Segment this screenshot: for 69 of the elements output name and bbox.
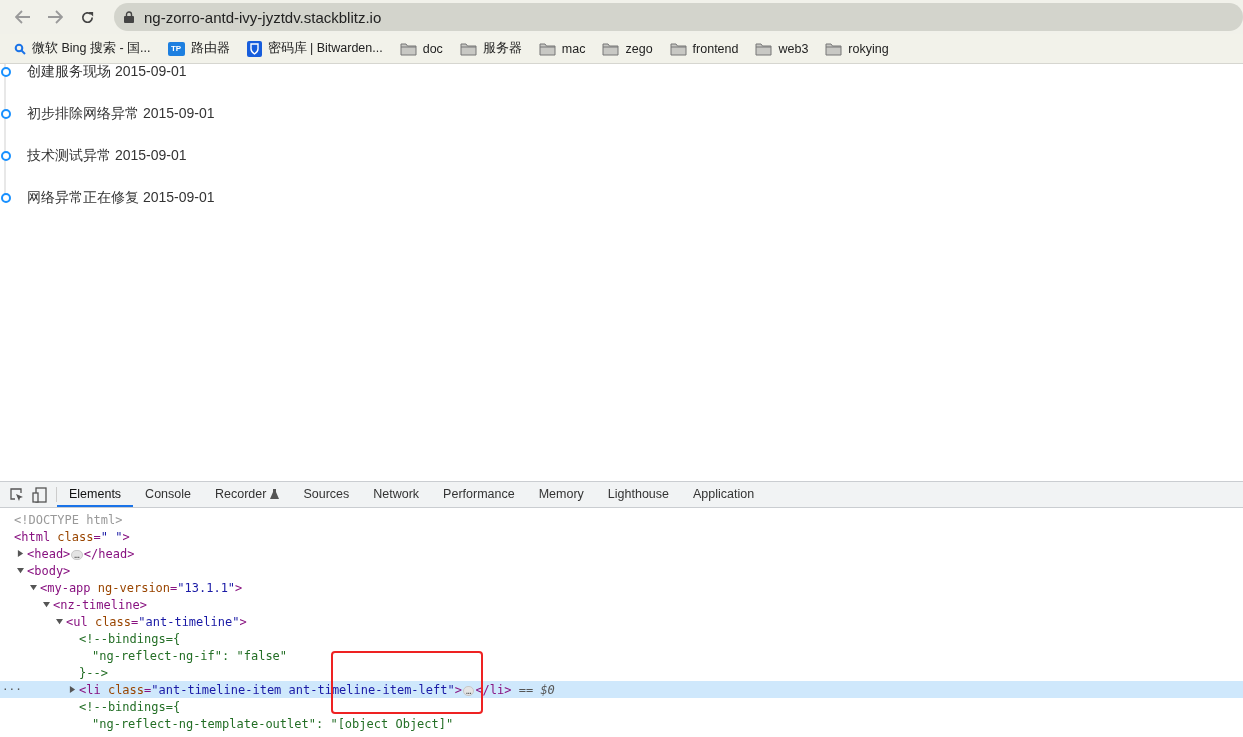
dom-node-row[interactable]: <head> … </head> [0,545,1243,562]
collapsed-ellipsis[interactable]: … [462,685,475,696]
timeline-item-text: 初步排除网络异常 2015-09-01 [27,105,215,123]
dom-node-row[interactable]: <html class=" "> [0,528,1243,545]
bookmark-link[interactable]: rokying [848,41,889,56]
collapsed-arrow-icon[interactable] [17,550,24,557]
bookmark-link[interactable]: doc [422,41,443,56]
shield-icon [246,40,262,57]
bookmark-link[interactable]: 路由器 [190,40,230,57]
dom-node-text: <head> … </head> [27,546,135,561]
timeline-item-text: 创建服务现场 2015-09-01 [27,63,187,81]
collapsed-arrow-icon[interactable] [69,686,76,693]
dom-node-text: <nz-timeline> [53,597,147,612]
dom-node-text: <!DOCTYPE html> [14,512,123,527]
bookmark-link[interactable]: mac [561,41,586,56]
folder-icon [459,41,477,56]
devtools-tab[interactable]: Network [361,482,432,507]
device-toolbar-icon[interactable] [32,486,47,503]
dom-node-row[interactable]: <ul class="ant-timeline"> [0,613,1243,630]
bookmark-link[interactable]: 服务器 [482,40,522,57]
devtools-tab[interactable]: Application [681,482,767,507]
router-logo-icon: TP [167,41,185,56]
bookmark-link[interactable]: 密码库 | Bitwarden... [267,40,383,57]
timeline-item-text: 技术测试异常 2015-09-01 [27,147,187,165]
reload-icon[interactable] [79,9,95,25]
dom-node-text: <body> [27,563,71,578]
gutter-dots[interactable]: ··· [2,683,22,696]
expanded-arrow-icon[interactable] [43,601,50,608]
dom-node-row[interactable]: <!--bindings={ [0,630,1243,647]
dom-node-text: <html class=" "> [14,529,130,544]
bookmark-link[interactable]: web3 [778,41,809,56]
devtools-tab[interactable]: Recorder [203,482,292,507]
expanded-arrow-icon[interactable] [56,618,63,625]
bookmark-link[interactable]: 微软 Bing 搜索 - 国... [32,40,151,57]
dom-node-row[interactable]: <my-app ng-version="13.1.1"> [0,579,1243,596]
folder-icon [399,41,417,56]
folder-icon [538,41,556,56]
devtools-tab[interactable]: Console [133,482,203,507]
timeline-item-text: 网络异常正在修复 2015-09-01 [27,189,215,207]
dom-node-row[interactable]: <body> [0,562,1243,579]
dom-node-row[interactable]: "ng-reflect-ng-template-outlet": "[object Object]" [0,715,1243,732]
devtools-tab[interactable]: Performance [431,482,527,507]
folder-icon [669,41,687,56]
dom-node-text: "ng-reflect-ng-if": "false" [92,648,288,663]
dom-node-text: <ul class="ant-timeline"> [66,614,247,629]
expanded-arrow-icon[interactable] [17,567,24,574]
bookmark-link[interactable]: zego [625,41,653,56]
dom-node-text: <my-app ng-version="13.1.1"> [40,580,243,595]
dom-node-text: "ng-reflect-ng-template-outlet": "[object Object]" [92,716,454,731]
devtools-tab[interactable]: Memory [526,482,596,507]
folder-icon [825,41,843,56]
dom-node-text: }--> [79,665,108,680]
search-icon [14,42,26,55]
collapsed-ellipsis[interactable]: … [71,549,83,560]
devtools-tab[interactable]: Elements [57,482,134,507]
lock-icon [124,11,134,23]
bookmark-link[interactable]: frontend [692,41,739,56]
dom-node-text: <!--bindings={ [79,631,181,646]
dom-node-row[interactable]: <nz-timeline> [0,596,1243,613]
folder-icon [755,41,773,56]
folder-icon [602,41,620,56]
dom-node-text: <!--bindings={ [79,699,181,714]
expanded-arrow-icon[interactable] [30,584,37,591]
address-bar[interactable]: ng-zorro-antd-ivy-jyztdv.stackblitz.io [114,3,1243,31]
devtools-tab[interactable]: Sources [291,482,362,507]
devtools-tab[interactable]: Lighthouse [595,482,681,507]
dom-node-row[interactable]: "ng-reflect-ng-if": "false" [0,647,1243,664]
dom-node-row[interactable]: <!--bindings={ [0,698,1243,715]
inspect-cursor-icon[interactable] [9,487,24,502]
